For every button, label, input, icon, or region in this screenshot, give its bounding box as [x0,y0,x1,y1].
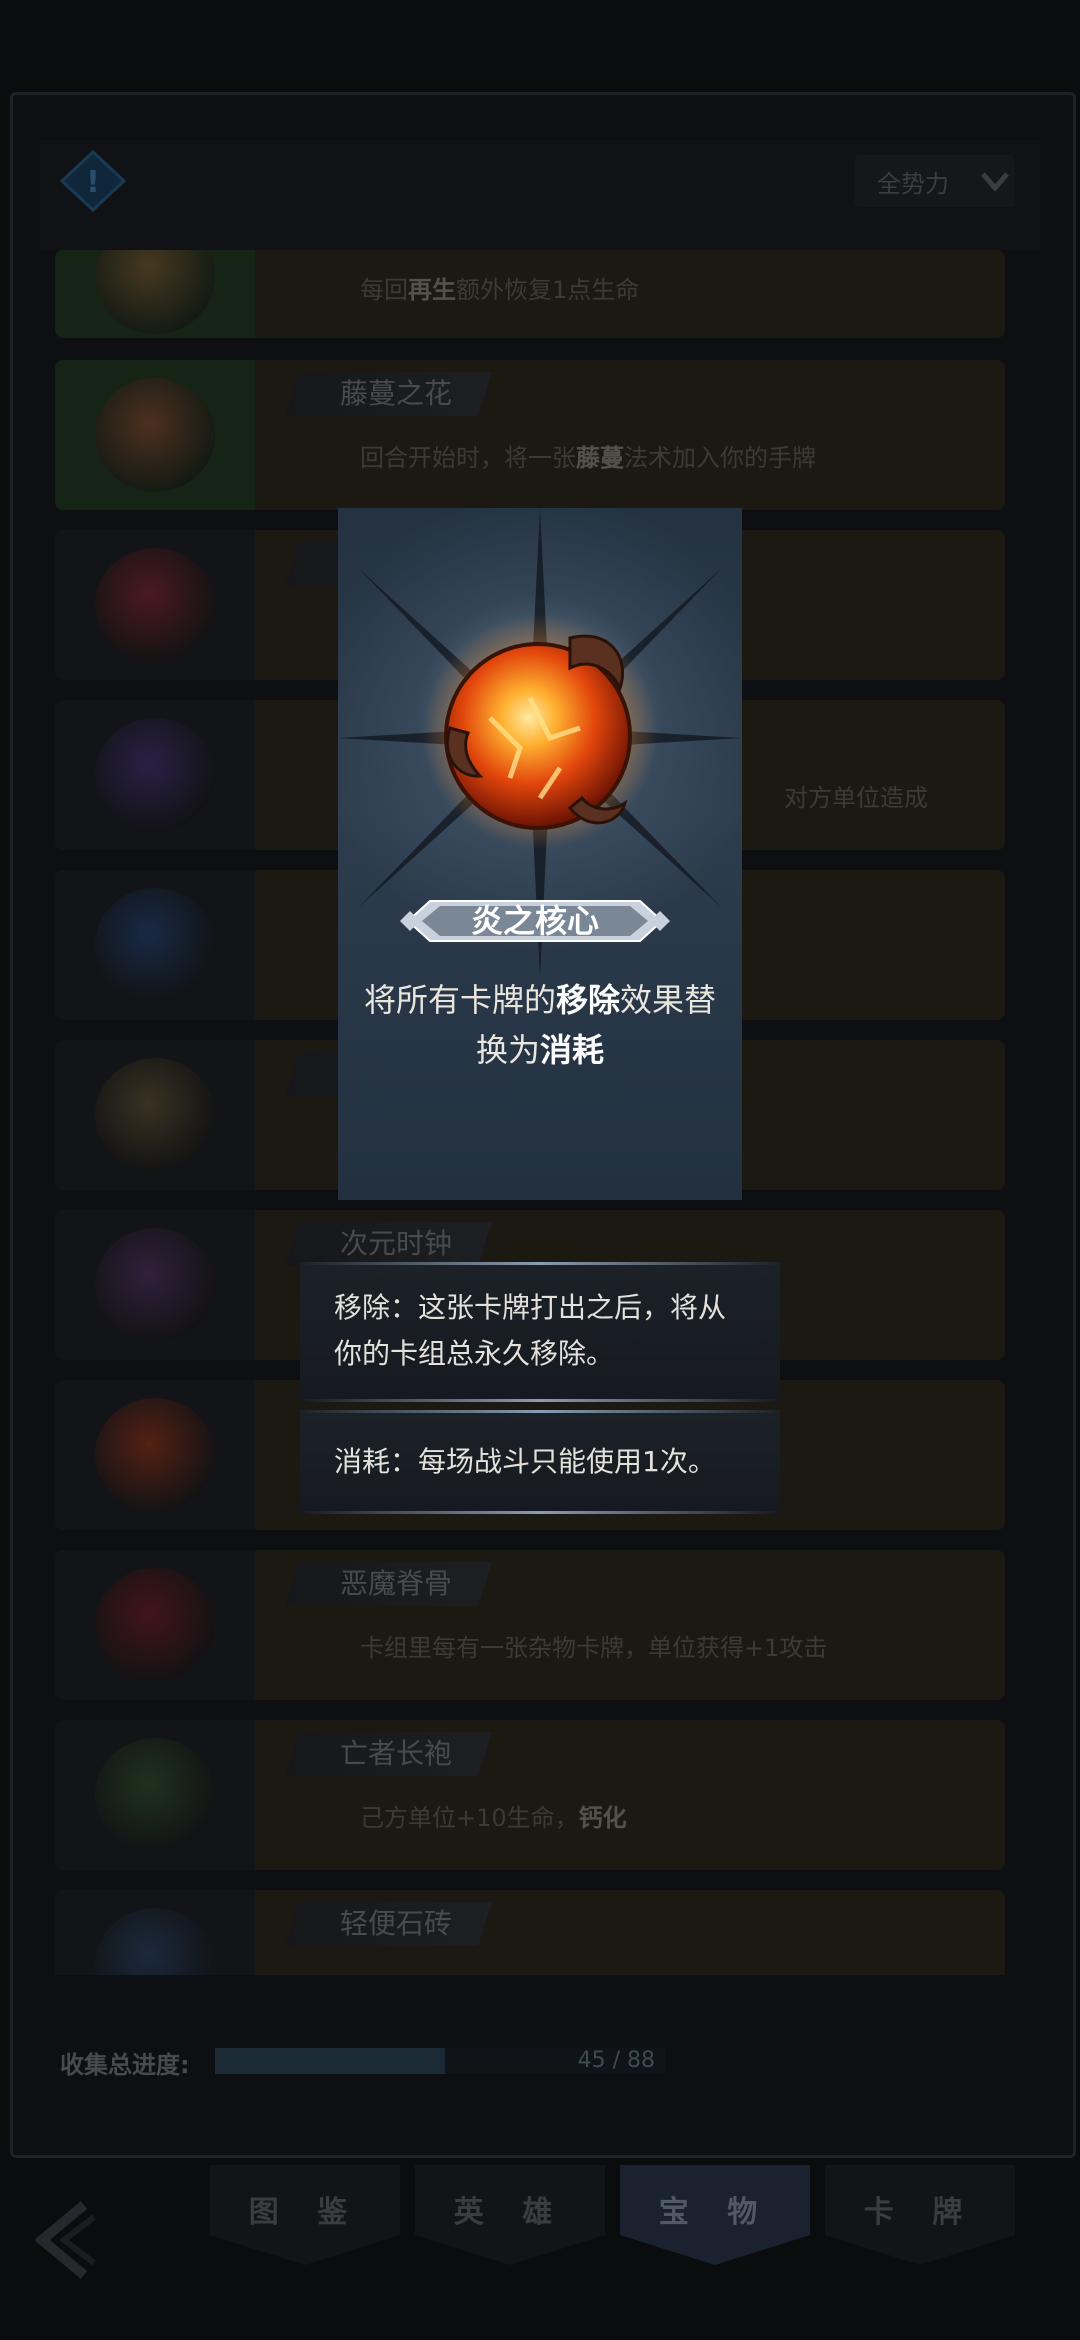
tab-2[interactable]: 宝 物 [620,2165,810,2265]
keyword-tooltip-text: 移除：这张卡牌打出之后，将从你的卡组总永久移除。 [334,1291,727,1370]
tab-0[interactable]: 图 鉴 [210,2165,400,2265]
relic-title: 次元时钟 [285,1222,492,1266]
relic-info: 恶魔脊骨卡组里每有一张杂物卡牌，单位获得+1攻击 [255,1550,1005,1700]
relic-row[interactable]: 亡者长袍己方单位+10生命，钙化 [55,1720,1005,1870]
relic-row[interactable]: 恶魔脊骨卡组里每有一张杂物卡牌，单位获得+1攻击 [55,1550,1005,1700]
relic-thumbnail [55,1550,255,1700]
keyword-exhaust: 消耗 [540,1031,605,1069]
relic-info: 亡者长袍己方单位+10生命，钙化 [255,1720,1005,1870]
robe-icon [95,1738,215,1852]
relic-title: 亡者长袍 [285,1732,492,1776]
relic-thumbnail [55,360,255,510]
demon-spine-icon [95,1568,215,1682]
dragon-claw-icon [95,250,215,334]
relic-thumbnail [55,530,255,680]
back-arrow-icon [34,2201,96,2279]
progress-fill [215,2048,446,2074]
progress-label: 收集总进度: [60,2051,190,2079]
relic-name: 炎之核心 [470,902,599,940]
pickaxe-icon [95,1058,215,1172]
relic-title: 藤蔓之花 [285,372,492,416]
relic-info: 每回再生额外恢复1点生命 [255,250,1005,338]
keyword-remove: 移除 [555,981,620,1019]
flame-core-icon [95,1398,215,1512]
relic-description: 将所有卡牌的移除效果替换为消耗 [348,975,732,1075]
purple-crystal-icon [95,718,215,832]
blue-cloth-icon [95,888,215,1002]
relic-row[interactable]: 每回再生额外恢复1点生命 [55,250,1005,338]
vine-flower-icon [95,378,215,492]
relic-thumbnail [55,1210,255,1360]
bottom-tabs: 图 鉴英 雄宝 物卡 牌 [210,2165,1020,2275]
tab-3[interactable]: 卡 牌 [825,2165,1015,2265]
keyword-tooltip-text: 消耗：每场战斗只能使用1次。 [334,1445,716,1478]
back-button[interactable] [24,2195,104,2285]
clock-icon [95,1228,215,1342]
relic-row[interactable]: 藤蔓之花回合开始时，将一张藤蔓法术加入你的手牌 [55,360,1005,510]
relic-thumbnail [55,250,255,338]
relic-thumbnail [55,1890,255,1975]
relic-row[interactable]: 轻便石砖 [55,1890,1005,1975]
relic-thumbnail [55,1040,255,1190]
relic-thumbnail [55,700,255,850]
relic-thumbnail [55,1380,255,1530]
relic-title: 恶魔脊骨 [285,1562,492,1606]
relic-desc: 卡组里每有一张杂物卡牌，单位获得+1攻击 [360,1634,828,1662]
progress-count: 45 / 88 [577,2048,655,2073]
progress-bar: 45 / 88 [215,2048,665,2074]
relic-desc: 回合开始时，将一张藤蔓法术加入你的手牌 [360,444,816,472]
life-glove-icon [95,548,215,662]
relic-thumbnail [55,870,255,1020]
relic-info: 轻便石砖 [255,1890,1005,1975]
relic-info: 藤蔓之花回合开始时，将一张藤蔓法术加入你的手牌 [255,360,1005,510]
relic-desc-part: 将所有卡牌的 [363,981,556,1019]
tab-1[interactable]: 英 雄 [415,2165,605,2265]
stone-brick-icon [95,1908,215,1975]
flame-core-icon [422,614,658,848]
relic-thumbnail [55,1720,255,1870]
keyword-tooltip-exhaust: 消耗：每场战斗只能使用1次。 [300,1410,780,1514]
keyword-tooltip-remove: 移除：这张卡牌打出之后，将从你的卡组总永久移除。 [300,1262,780,1402]
relic-desc: 每回再生额外恢复1点生命 [360,276,640,304]
relic-title: 轻便石砖 [285,1902,492,1946]
relic-desc: 己方单位+10生命，钙化 [360,1804,627,1832]
